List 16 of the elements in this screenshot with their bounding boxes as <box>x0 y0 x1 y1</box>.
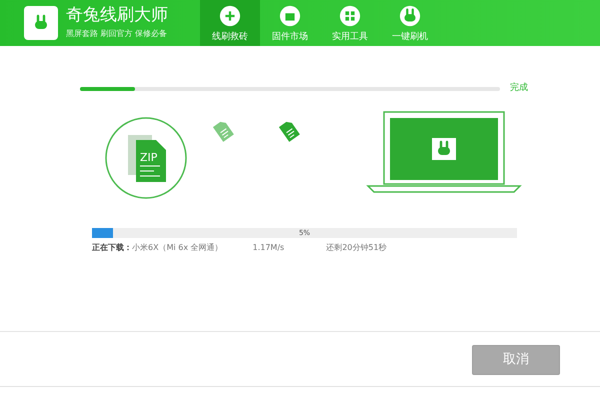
nav-tab[interactable]: 固件市场 <box>260 0 320 46</box>
download-speed: 1.17M/s <box>252 242 284 254</box>
time-remaining: 还剩20分钟51秒 <box>326 242 387 254</box>
step-end-label: 完成 <box>510 82 528 95</box>
app-title: 奇兔线刷大师 <box>66 6 168 24</box>
plus-icon <box>219 5 241 28</box>
nav-tab[interactable]: 一键刷机 <box>380 0 440 46</box>
nav-tab[interactable]: 线刷救砖 <box>200 0 260 46</box>
nav-tab[interactable]: 实用工具 <box>320 0 380 46</box>
grid-icon <box>339 5 361 28</box>
download-status-text: 正在下载：小米6X（Mi 6x 全网通） <box>92 242 223 254</box>
logo-icon <box>24 6 58 40</box>
app-slogan: 黑屏套路 刷回官方 保修必备 <box>66 28 168 40</box>
box-icon <box>279 5 301 28</box>
zip-file-icon: ZIP <box>104 116 188 200</box>
rabbit-icon <box>399 5 421 28</box>
